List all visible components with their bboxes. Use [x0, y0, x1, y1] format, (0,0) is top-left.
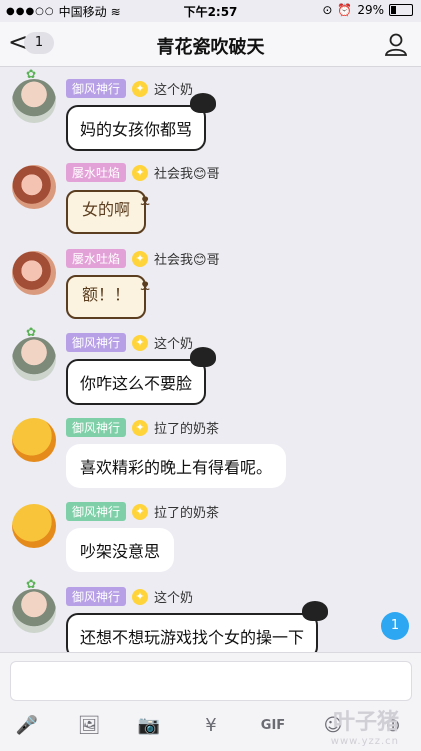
microphone-icon[interactable]: 🎤	[12, 711, 42, 741]
avatar[interactable]	[12, 504, 56, 548]
chat-title: 青花瓷吹破天	[156, 37, 265, 58]
status-right: ⊙ ⏰ 29%	[322, 3, 413, 17]
message-text: 吵架没意思	[80, 542, 161, 561]
message-text: 妈的女孩你都骂	[80, 120, 193, 139]
sender-name[interactable]: 这个奶	[154, 333, 193, 352]
message-bubble[interactable]: 女的啊 ᴥ	[66, 190, 150, 234]
sender-line: 御风神行 ✦ 拉了的奶茶	[66, 502, 219, 521]
member-title-badge: 御风神行	[66, 79, 127, 98]
avatar[interactable]	[12, 418, 56, 462]
battery-icon	[389, 4, 413, 16]
status-bar: ●●●○○ 中国移动 ≋ 下午2:57 ⊙ ⏰ 29%	[0, 0, 421, 22]
message-text: 喜欢精彩的晚上有得看呢。	[80, 458, 273, 477]
member-title-badge: 屡水吐焰	[66, 249, 127, 268]
member-title-badge: 御风神行	[66, 418, 127, 437]
star-icon: ✦	[132, 588, 149, 605]
group-profile-icon[interactable]	[383, 31, 409, 57]
cat-bubble-decoration-icon: ᴥ	[140, 275, 151, 294]
message-bubble[interactable]: 喜欢精彩的晚上有得看呢。	[66, 444, 287, 488]
sender-line: 御风神行 ✦ 这个奶	[66, 333, 193, 352]
sender-line: 屡水吐焰 ✦ 社会我😊哥	[66, 163, 220, 182]
member-title-badge: 御风神行	[66, 502, 127, 521]
message-bubble[interactable]: 额！！ ᴥ	[66, 275, 150, 319]
message-text: 你咋这么不要脸	[80, 374, 193, 393]
camera-icon[interactable]: 📷	[134, 711, 164, 741]
alarm-icon: ⏰	[337, 3, 353, 17]
sprout-icon: ✿	[26, 67, 37, 81]
star-icon: ✦	[132, 334, 149, 351]
sender-name[interactable]: 拉了的奶茶	[154, 502, 219, 521]
star-icon: ✦	[132, 164, 149, 181]
red-packet-icon[interactable]: ¥	[196, 711, 226, 741]
message-input[interactable]	[10, 661, 412, 701]
sender-name[interactable]: 社会我😊哥	[154, 249, 220, 268]
star-icon: ✦	[132, 80, 149, 97]
star-icon: ✦	[132, 503, 149, 520]
watermark-url: www.yzz.cn	[330, 736, 399, 747]
sender-name[interactable]: 这个奶	[154, 79, 193, 98]
message-text: 还想不想玩游戏找个女的操一下	[80, 628, 305, 647]
bubble-decoration-icon	[190, 93, 217, 113]
member-title-badge: 屡水吐焰	[66, 163, 127, 182]
input-area: 🎤 🖼 📷 ¥ GIF ☺ ⊕ 叶子猪 www.yzz.cn	[0, 652, 421, 751]
message-text: 女的啊	[82, 200, 131, 219]
watermark-text: 叶子猪	[332, 710, 399, 735]
message-list[interactable]: ✿ 御风神行 ✦ 这个奶 妈的女孩你都骂 屡水吐焰 ✦ 社会我😊哥 女的啊 ᴥ …	[0, 67, 421, 659]
lock-rotation-icon: ⊙	[322, 3, 333, 17]
message-bubble[interactable]: 吵架没意思	[66, 528, 175, 572]
bubble-decoration-icon	[302, 601, 329, 621]
bubble-decoration-icon	[190, 347, 217, 367]
avatar[interactable]	[12, 79, 56, 123]
cat-bubble-decoration-icon: ᴥ	[140, 190, 151, 209]
battery-percent: 29%	[357, 3, 384, 17]
star-icon: ✦	[132, 419, 149, 436]
message-text: 额！！	[82, 285, 131, 304]
sender-line: 屡水吐焰 ✦ 社会我😊哥	[66, 249, 220, 268]
sender-name[interactable]: 这个奶	[154, 587, 193, 606]
sender-name[interactable]: 拉了的奶茶	[154, 418, 219, 437]
member-title-badge: 御风神行	[66, 333, 127, 352]
sprout-icon: ✿	[26, 325, 37, 339]
avatar[interactable]	[12, 589, 56, 633]
sender-line: 御风神行 ✦ 拉了的奶茶	[66, 418, 219, 437]
avatar[interactable]	[12, 165, 56, 209]
sender-line: 御风神行 ✦ 这个奶	[66, 79, 193, 98]
avatar[interactable]	[12, 251, 56, 295]
sprout-icon: ✿	[26, 577, 37, 591]
avatar[interactable]	[12, 337, 56, 381]
image-icon[interactable]: 🖼	[74, 711, 104, 741]
sender-line: 御风神行 ✦ 这个奶	[66, 587, 193, 606]
watermark: 叶子猪 www.yzz.cn	[331, 704, 399, 747]
message-bubble[interactable]: 妈的女孩你都骂	[66, 93, 217, 151]
top-navigation-bar: < 1 青花瓷吹破天	[0, 22, 421, 67]
gif-button[interactable]: GIF	[258, 711, 288, 741]
new-message-indicator[interactable]: 1	[381, 612, 409, 640]
message-bubble[interactable]: 你咋这么不要脸	[66, 347, 217, 405]
member-title-badge: 御风神行	[66, 587, 127, 606]
sender-name[interactable]: 社会我😊哥	[154, 163, 220, 182]
star-icon: ✦	[132, 250, 149, 267]
